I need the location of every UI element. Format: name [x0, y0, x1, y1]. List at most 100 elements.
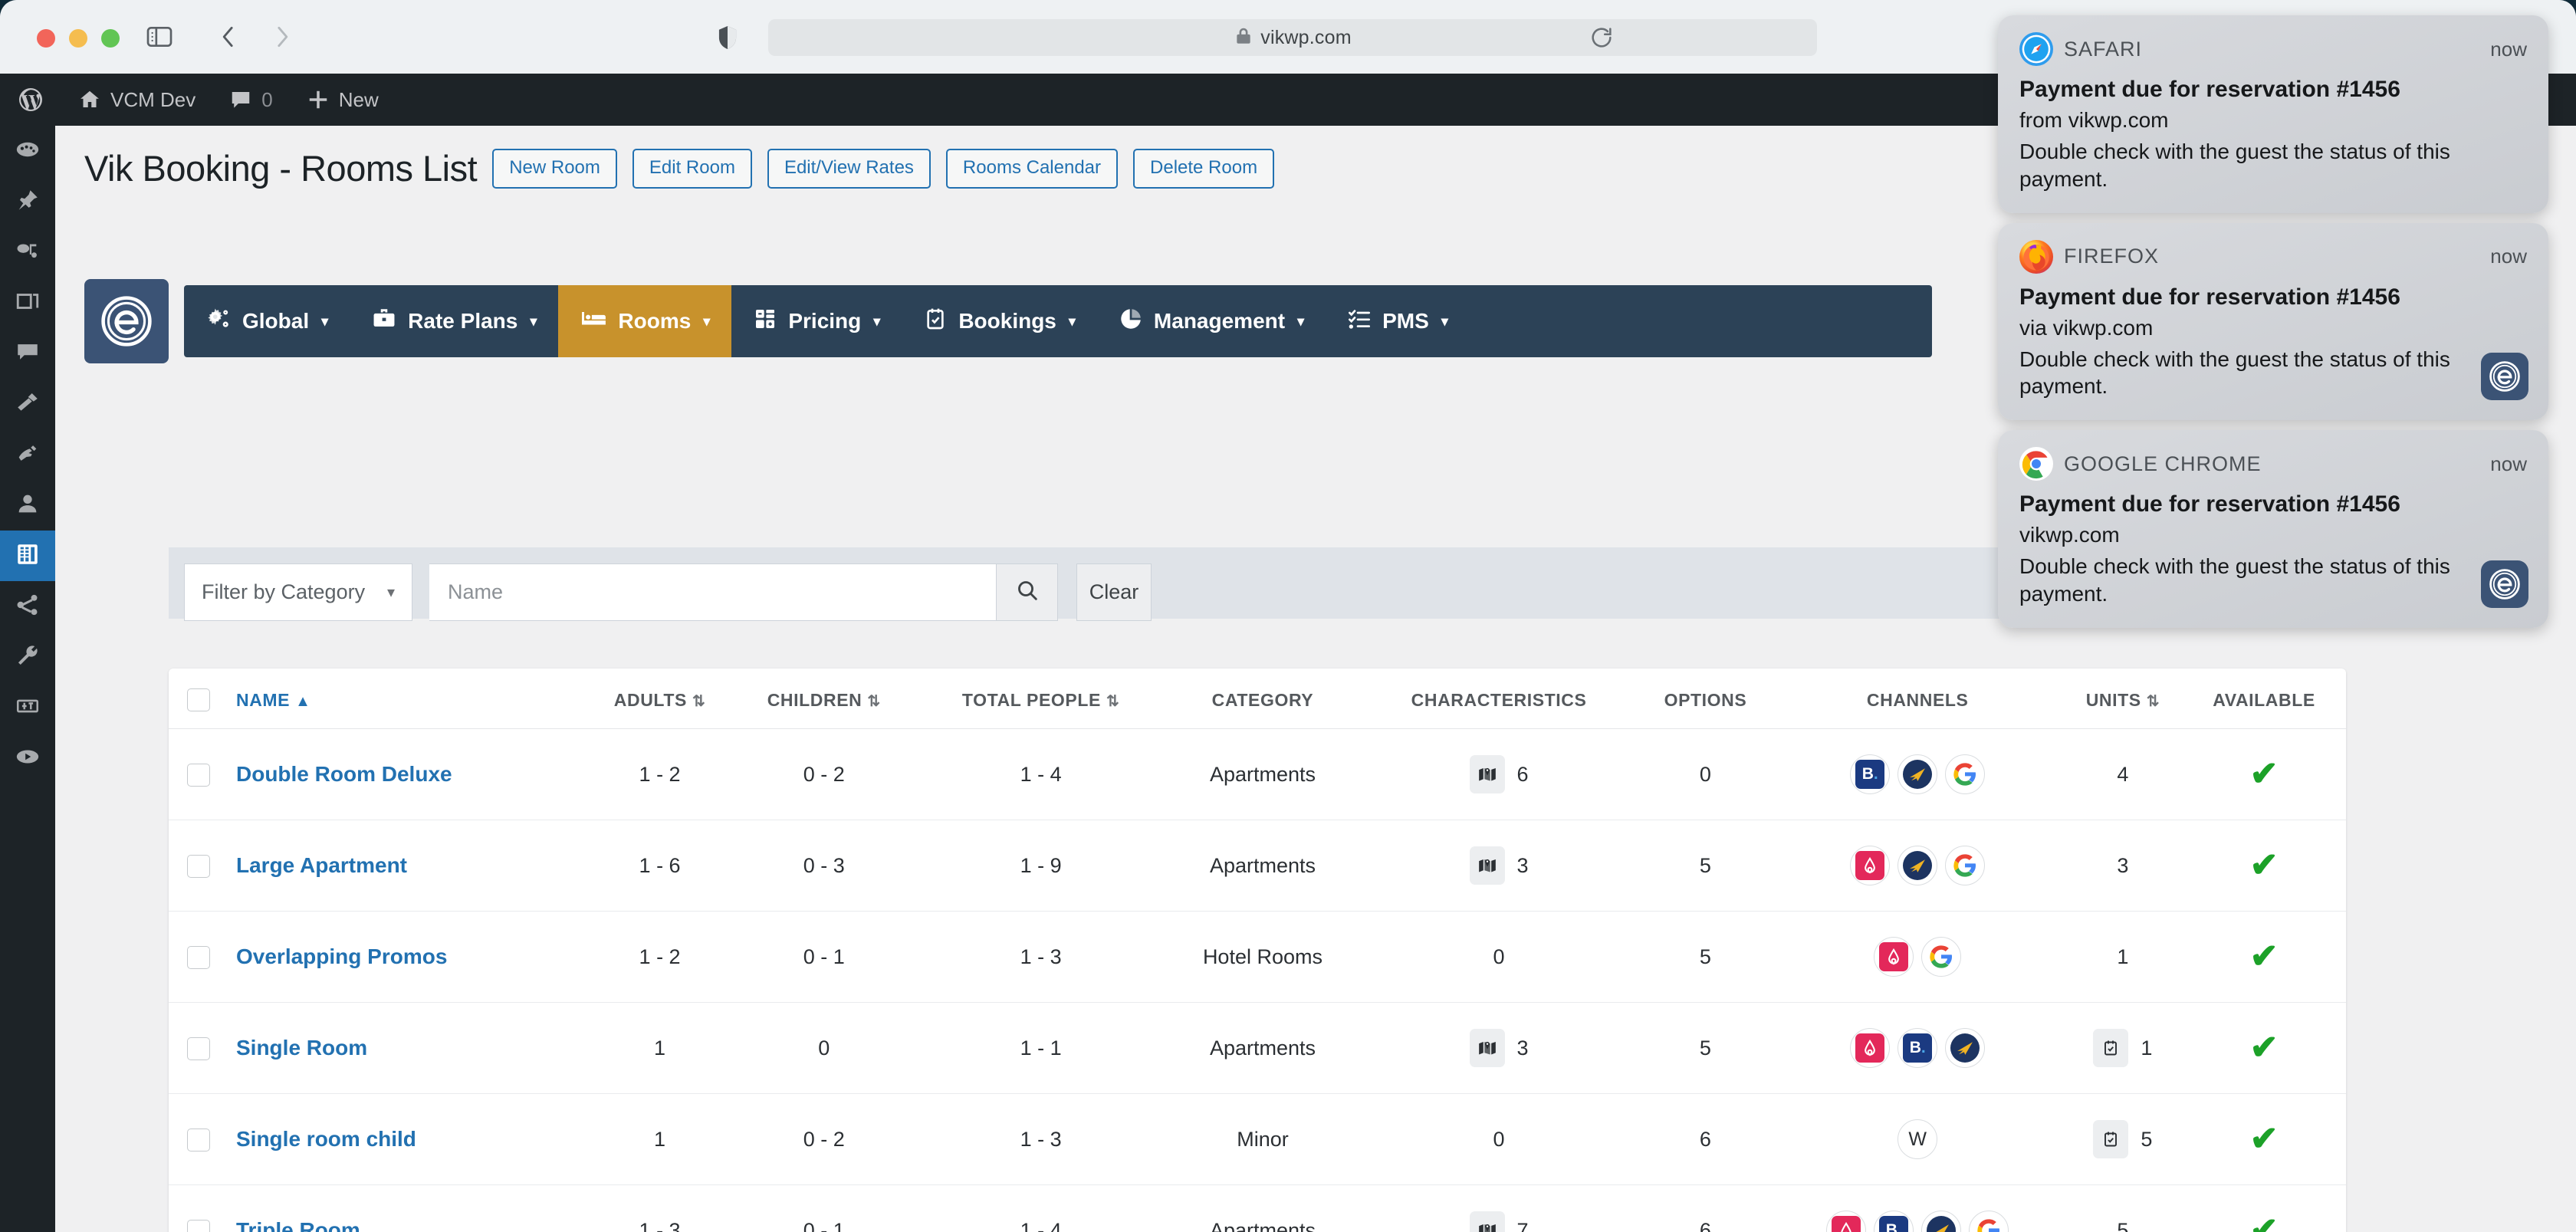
col-adults[interactable]: ADULTS ⇅ — [586, 669, 734, 729]
row-checkbox[interactable] — [187, 1128, 210, 1152]
available-cell: ✔ — [2182, 911, 2346, 1003]
edit-room-button[interactable]: Edit Room — [632, 148, 752, 189]
room-name-link[interactable]: Triple Room — [236, 1218, 360, 1232]
rooms-calendar-button[interactable]: Rooms Calendar — [945, 148, 1119, 189]
row-checkbox[interactable] — [187, 1037, 210, 1060]
channel-airbnb-icon[interactable] — [1826, 1211, 1867, 1232]
search-button[interactable] — [997, 563, 1058, 621]
units-calendar-icon[interactable] — [2093, 1029, 2129, 1067]
map-characteristics-icon[interactable] — [1469, 1029, 1505, 1067]
sort-icon: ⇅ — [692, 692, 706, 710]
delete-room-button[interactable]: Delete Room — [1133, 148, 1275, 189]
nav-item-pms[interactable]: PMS ▾ — [1326, 285, 1470, 357]
select-all-checkbox[interactable] — [187, 688, 210, 711]
nav-item-bookings[interactable]: Bookings ▾ — [902, 285, 1097, 357]
sidebar-item-posts[interactable] — [0, 176, 55, 227]
col-children[interactable]: CHILDREN ⇅ — [733, 669, 915, 729]
nav-item-pricing[interactable]: Pricing ▾ — [731, 285, 902, 357]
map-characteristics-icon[interactable] — [1469, 846, 1505, 885]
table-row[interactable]: Overlapping Promos 1 - 20 - 11 - 3 Hotel R… — [169, 911, 2346, 1003]
channel-google-icon[interactable] — [1945, 754, 1986, 794]
new-content-menu[interactable]: New — [290, 74, 396, 126]
sidebar-item-vik-booking[interactable] — [0, 531, 55, 581]
sidebar-item-pages[interactable] — [0, 278, 55, 328]
channel-google-icon[interactable] — [1945, 846, 1986, 885]
channel-google-icon[interactable] — [1921, 937, 1962, 977]
col-units[interactable]: UNITS ⇅ — [2063, 669, 2183, 729]
channel-expedia-icon[interactable] — [1921, 1211, 1962, 1232]
wp-logo-menu[interactable] — [0, 74, 61, 126]
minimize-window-button[interactable] — [69, 29, 87, 48]
table-row[interactable]: Single room child 1 0 - 21 - 3 Minor 0 6 W 5 ✔ — [169, 1093, 2346, 1185]
channel-airbnb-icon[interactable] — [1850, 846, 1891, 885]
nav-item-rooms[interactable]: Rooms ▾ — [558, 285, 732, 357]
sidebar-item-users[interactable] — [0, 480, 55, 531]
room-name-link[interactable]: Large Apartment — [236, 853, 407, 877]
vik-booking-logo[interactable] — [84, 279, 169, 363]
room-name-link[interactable]: Overlapping Promos — [236, 945, 447, 968]
clear-button[interactable]: Clear — [1076, 563, 1152, 621]
notification-banner[interactable]: FIREFOX now Payment due for reservation #1… — [1998, 222, 2548, 421]
sidebar-item-media[interactable] — [0, 227, 55, 278]
sidebar-item-settings[interactable] — [0, 682, 55, 733]
comments-menu[interactable]: 0 — [212, 74, 289, 126]
channel-airbnb-icon[interactable] — [1874, 937, 1914, 977]
sidebar-item-plugins[interactable] — [0, 429, 55, 480]
sidebar-toggle-icon[interactable] — [144, 21, 175, 56]
available-check-icon: ✔ — [2249, 755, 2279, 793]
room-name-link[interactable]: Double Room Deluxe — [236, 762, 452, 786]
map-characteristics-icon[interactable] — [1469, 1211, 1505, 1232]
col-name[interactable]: NAME ▲ — [228, 669, 586, 729]
row-checkbox[interactable] — [187, 854, 210, 878]
channel-expedia-icon[interactable] — [1898, 754, 1938, 794]
notification-banner[interactable]: GOOGLE CHROME now Payment due for reservat… — [1998, 430, 2548, 628]
units-cell: 5 — [2117, 1218, 2129, 1232]
sidebar-item-vik-channel-manager[interactable] — [0, 581, 55, 632]
sidebar-item-tools[interactable] — [0, 632, 55, 682]
row-checkbox[interactable] — [187, 945, 210, 969]
units-calendar-icon[interactable] — [2093, 1120, 2129, 1158]
reload-icon[interactable] — [1589, 25, 1615, 54]
search-input[interactable] — [429, 563, 997, 621]
channel-google-icon[interactable] — [1969, 1211, 2009, 1232]
channel-booking-icon[interactable]: B. — [1850, 754, 1891, 794]
channel-booking-icon[interactable]: B. — [1898, 1028, 1938, 1068]
notification-banner[interactable]: SAFARI now Payment due for reservation #14… — [1998, 15, 2548, 213]
nav-item-global[interactable]: Global ▾ — [184, 285, 350, 357]
total-people-cell: 1 - 4 — [1020, 1218, 1062, 1232]
close-window-button[interactable] — [37, 29, 55, 48]
available-cell: ✔ — [2182, 820, 2346, 912]
privacy-shield-icon[interactable] — [713, 23, 742, 56]
channel-wubook-icon[interactable]: W — [1898, 1119, 1938, 1159]
nav-item-rate-plans[interactable]: Rate Plans ▾ — [350, 285, 558, 357]
room-name-link[interactable]: Single room child — [236, 1127, 416, 1151]
room-name-link[interactable]: Single Room — [236, 1036, 367, 1060]
maximize-window-button[interactable] — [101, 29, 120, 48]
row-checkbox[interactable] — [187, 763, 210, 787]
table-row[interactable]: Large Apartment 1 - 60 - 31 - 9 Apartments… — [169, 820, 2346, 912]
site-name-menu[interactable]: VCM Dev — [61, 74, 212, 126]
nav-back-icon[interactable] — [213, 21, 244, 56]
nav-item-management[interactable]: Management ▾ — [1097, 285, 1326, 357]
address-bar[interactable]: vikwp.com — [768, 19, 1817, 56]
filter-by-category-select[interactable]: Filter by Category ▾ — [184, 563, 412, 621]
sidebar-item-appearance-palette[interactable] — [0, 126, 55, 176]
new-label: New — [338, 87, 379, 111]
new-room-button[interactable]: New Room — [492, 148, 617, 189]
channel-expedia-icon[interactable] — [1898, 846, 1938, 885]
nav-forward-icon[interactable] — [267, 21, 297, 56]
table-row[interactable]: Double Room Deluxe 1 - 20 - 21 - 4 Apartme… — [169, 728, 2346, 820]
edit-view-rates-button[interactable]: Edit/View Rates — [767, 148, 931, 189]
channel-expedia-icon[interactable] — [1945, 1028, 1986, 1068]
table-row[interactable]: Triple Room 1 - 3 0 - 1 1 - 4 Apartments 7 6 B.… — [169, 1185, 2346, 1232]
sidebar-item-collapse-menu[interactable] — [0, 733, 55, 784]
sidebar-item-appearance[interactable] — [0, 379, 55, 429]
col-adults-label: ADULTS — [613, 689, 687, 710]
sidebar-item-comments[interactable] — [0, 328, 55, 379]
row-checkbox[interactable] — [187, 1219, 210, 1232]
col-total-people[interactable]: TOTAL PEOPLE ⇅ — [915, 669, 1168, 729]
channel-airbnb-icon[interactable] — [1850, 1028, 1891, 1068]
table-row[interactable]: Single Room 1 0 1 - 1 Apartments 3 5 B. 1 ✔ — [169, 1002, 2346, 1094]
channel-booking-icon[interactable]: B. — [1874, 1211, 1914, 1232]
map-characteristics-icon[interactable] — [1469, 755, 1505, 793]
